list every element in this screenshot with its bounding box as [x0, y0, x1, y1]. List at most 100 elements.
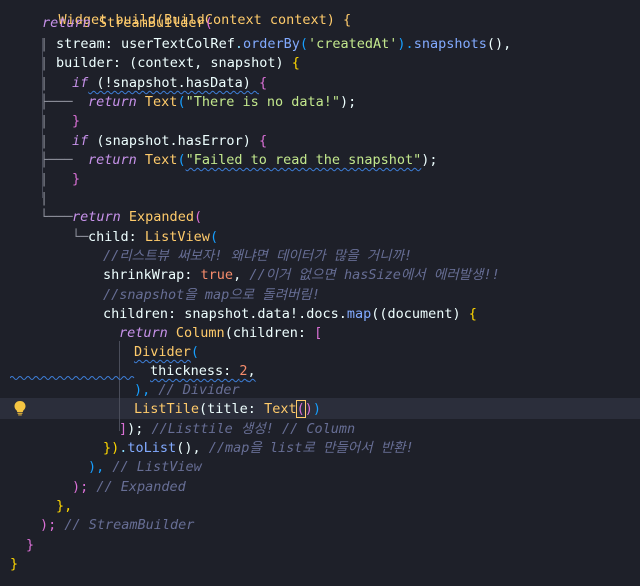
tree-branch: |	[40, 55, 49, 71]
keyword: if	[72, 133, 89, 149]
condition: (!snapshot.hasData)	[88, 75, 259, 91]
class-name: Text	[144, 152, 178, 168]
comment: //Listtile 생성! // Column	[151, 421, 356, 437]
comment: //map을 list로 만들어서 반환!	[208, 440, 414, 456]
punct: );	[421, 152, 438, 168]
bracket: {	[291, 55, 300, 71]
code-line: children: snapshot.data!.docs.map((docum…	[103, 305, 477, 324]
bracket: },	[56, 498, 73, 514]
code-line: ), // ListView	[88, 458, 202, 477]
comment: // StreamBuilder	[64, 517, 195, 533]
string: "There is no data!"	[185, 94, 341, 110]
bracket: }	[10, 556, 19, 572]
bracket: }	[26, 537, 35, 553]
params: (title:	[199, 401, 265, 417]
code-line: if (!snapshot.hasData) {	[72, 74, 267, 93]
tree-branch: |	[40, 190, 49, 206]
bool-literal: true	[200, 267, 234, 283]
bracket: {	[258, 75, 268, 91]
code-line: return Column(children: [	[119, 324, 322, 343]
method: orderBy	[242, 36, 300, 52]
code-line: },	[56, 497, 72, 516]
comment: //리스트뷰 써보자! 왜냐면 데이터가 많을 거니까!	[103, 248, 413, 264]
keyword: return	[119, 325, 168, 341]
code-line: ListTile(title: Text())	[134, 400, 321, 419]
tree-branch: |	[40, 36, 49, 52]
bracket: )	[312, 401, 321, 417]
method: snapshots	[413, 36, 487, 52]
code-line: //snapshot을 map으로 돌려버림!	[103, 286, 320, 305]
code-line: builder: (context, snapshot) {	[56, 54, 300, 73]
punct: );	[127, 421, 152, 437]
string: 'createdAt'	[308, 36, 398, 52]
params: ((document)	[371, 306, 469, 322]
punct: ,	[247, 363, 256, 379]
class-name: ListView	[144, 229, 210, 245]
code-line: ); // StreamBuilder	[40, 516, 194, 535]
punct: ,	[233, 267, 250, 283]
code-line: child: ListView(	[88, 228, 218, 247]
lightbulb-icon[interactable]	[13, 400, 27, 416]
bracket: (	[209, 229, 219, 245]
method: map	[346, 306, 372, 322]
code-line: stream: userTextColRef.orderBy('createdA…	[56, 35, 511, 54]
punct: .	[234, 36, 243, 52]
keyword: if	[72, 75, 89, 91]
keyword: return	[88, 94, 137, 110]
code-line: thickness: 2,	[150, 362, 256, 381]
code-line: }	[26, 536, 34, 555]
tree-branch: ├───	[40, 94, 73, 110]
tree-branch: ├───	[40, 152, 73, 168]
bracket: }	[72, 113, 81, 129]
code-line: ), // Divider	[134, 381, 240, 400]
class-name: ListTile	[134, 401, 200, 417]
param-name: child:	[88, 229, 145, 245]
code-line: return Expanded(	[72, 208, 202, 227]
code-line: //리스트뷰 써보자! 왜냐면 데이터가 많을 거니까!	[103, 247, 412, 266]
bracket: );	[40, 517, 65, 533]
code-line: ); // Expanded	[72, 478, 186, 497]
code-line: }	[10, 555, 18, 574]
bracket: (	[299, 36, 309, 52]
class-name: Expanded	[128, 209, 194, 225]
comment: //snapshot을 map으로 돌려버림!	[103, 287, 320, 303]
code-line: return StreamBuilder(	[42, 14, 213, 33]
punct: );	[340, 94, 357, 110]
code-line: return Text("Failed to read the snapshot…	[88, 152, 438, 168]
keyword: return	[42, 15, 91, 31]
param-name: thickness:	[150, 363, 240, 379]
tree-branch: └───	[40, 209, 73, 225]
tree-branch: |	[40, 113, 49, 129]
punct: (),	[176, 440, 209, 456]
bracket: {	[258, 133, 268, 149]
identifier: userTextColRef	[121, 36, 235, 52]
indent-guide	[119, 341, 120, 431]
code-line: ]); //Listtile 생성! // Column	[119, 420, 355, 439]
code-line: }	[72, 112, 80, 131]
bracket: }	[72, 171, 81, 187]
params: (context, snapshot)	[129, 55, 292, 71]
tree-branch: |	[40, 171, 49, 187]
comment: // Expanded	[96, 479, 186, 495]
code-line: }	[72, 170, 80, 189]
param-name: shrinkWrap:	[103, 267, 201, 283]
tree-branch: |	[40, 133, 49, 149]
number-literal: 2	[239, 363, 248, 379]
bracket: })	[103, 440, 120, 456]
bracket: );	[72, 479, 97, 495]
bracket: [	[314, 325, 323, 341]
bracket: (	[204, 15, 213, 31]
tree-branch: |	[40, 75, 49, 91]
keyword: return	[72, 209, 121, 225]
bracket: (	[190, 344, 200, 360]
class-name: Divider	[134, 344, 191, 360]
bracket: )	[304, 401, 313, 417]
text-cursor[interactable]: (	[295, 400, 306, 418]
bracket: ]	[119, 421, 128, 437]
bracket: ).	[397, 36, 414, 52]
comment: //이거 없으면 hasSize에서 에러발생!!	[249, 267, 500, 283]
code-editor[interactable]: Widget build(BuildContext context) { ret…	[0, 0, 640, 586]
lint-squiggle	[10, 376, 135, 380]
bracket: ),	[134, 382, 159, 398]
code-line: Widget build(BuildContext context) {	[26, 0, 352, 28]
